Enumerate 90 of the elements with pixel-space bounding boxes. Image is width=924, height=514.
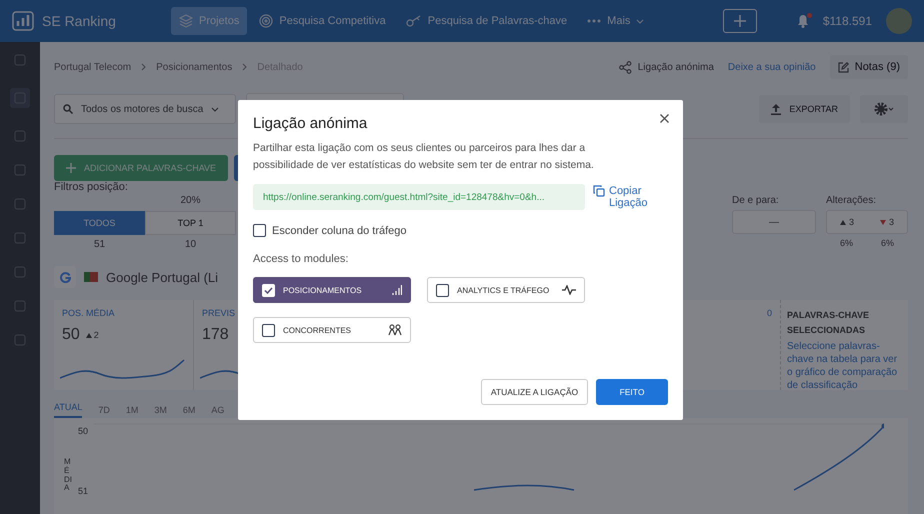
- search-engine-title: Google Portugal (Li: [106, 270, 218, 284]
- modules-label: Access to modules:: [253, 253, 350, 265]
- up-triangle-icon: [86, 332, 92, 338]
- brand-name: SE Ranking: [42, 13, 116, 29]
- notes-button[interactable]: Notas (9): [830, 55, 908, 79]
- range-field[interactable]: —: [732, 210, 816, 234]
- caret-icon: [636, 18, 644, 24]
- dialog-title: Ligação anónima: [253, 115, 368, 132]
- nav-item[interactable]: Pesquisa Competitiva: [251, 7, 394, 35]
- add-button[interactable]: [722, 9, 757, 33]
- changes-label: Alterações:: [826, 195, 878, 206]
- checkbox[interactable]: [253, 224, 266, 237]
- metric-value: 50: [62, 326, 80, 344]
- period-tab[interactable]: 3M: [154, 405, 167, 415]
- search-icon: [63, 104, 73, 114]
- add-keywords-button[interactable]: ADICIONAR PALAVRAS-CHAVE: [54, 155, 228, 181]
- nav-item[interactable]: Mais: [579, 8, 652, 34]
- avatar[interactable]: [886, 8, 912, 34]
- keyword-count: 51: [94, 239, 106, 250]
- key-icon: [406, 15, 422, 27]
- check-icon: [264, 286, 273, 294]
- dropdown-value: Todos os motores de busca: [81, 104, 204, 114]
- copy-icon: [593, 185, 605, 197]
- pulse-icon: [562, 285, 576, 295]
- close-button[interactable]: [658, 112, 671, 125]
- period-tab[interactable]: AG: [211, 405, 224, 415]
- target-icon: [259, 14, 274, 28]
- panel-hint: Seleccione palavras-chave na tabela para ver o gráfico de comparação de classificação: [787, 340, 898, 392]
- metric-label: POS. MÉDIA: [62, 308, 116, 318]
- period-tab[interactable]: 6M: [182, 405, 196, 415]
- period-tab[interactable]: 7D: [98, 405, 110, 415]
- module-toggle[interactable]: POSICIONAMENTOS: [253, 277, 411, 303]
- metric-value: 178: [202, 326, 229, 344]
- position-filter-tab[interactable]: TOP 1: [145, 211, 236, 235]
- account-balance: $118.591: [822, 14, 872, 28]
- bell-icon[interactable]: [796, 14, 809, 28]
- plus-icon: [66, 163, 76, 173]
- done-button[interactable]: FEITO: [596, 379, 668, 405]
- close-icon: [660, 114, 669, 123]
- export-button[interactable]: EXPORTAR: [759, 95, 850, 123]
- position-filter-tab[interactable]: TODOS: [54, 211, 145, 235]
- change-percent: 6%: [838, 238, 854, 248]
- breadcrumb-link[interactable]: Portugal Telecom: [54, 62, 132, 72]
- upload-icon: [771, 104, 782, 114]
- up-triangle-icon: [840, 220, 846, 224]
- panel-title: PALAVRAS-CHAVE SELECCIONADAS: [787, 309, 870, 337]
- change-count: 3: [888, 217, 894, 227]
- metric-change: 2: [94, 330, 99, 340]
- changes-filter[interactable]: 3 3: [826, 210, 908, 234]
- people-icon: [388, 324, 402, 336]
- nav-item[interactable]: Pesquisa de Palavras-chave: [398, 8, 576, 34]
- feedback-link[interactable]: Deixe a sua opinião: [728, 62, 816, 72]
- period-tab[interactable]: 1M: [126, 405, 138, 415]
- layers-icon: [179, 14, 193, 28]
- module-toggle[interactable]: ANALYTICS E TRÁFEGO: [427, 277, 585, 303]
- logo-icon[interactable]: [12, 11, 34, 31]
- settings-button[interactable]: [860, 95, 908, 123]
- flag-icon: [84, 272, 98, 282]
- checkbox-label: Esconder coluna do tráfego: [272, 224, 407, 236]
- breadcrumb-link[interactable]: Posicionamentos: [156, 62, 232, 72]
- axis-label: MÉDIA: [64, 458, 72, 494]
- metric-label: PREVIS: [202, 308, 236, 318]
- edit-icon: [838, 62, 849, 72]
- chevron-icon: [242, 63, 248, 71]
- tick-label: 51: [78, 486, 88, 496]
- module-toggle[interactable]: CONCORRENTES: [253, 317, 411, 343]
- caret-icon: [211, 106, 220, 112]
- tick-label: 50: [78, 426, 88, 436]
- settings-icon: [874, 102, 894, 116]
- range-label: De e para:: [732, 195, 780, 206]
- bar-chart-icon: [392, 285, 402, 295]
- filter-label: Filtros posição:: [54, 181, 128, 193]
- share-link[interactable]: Ligação anónima: [638, 62, 714, 72]
- search-engine-dropdown[interactable]: Todos os motores de busca: [54, 94, 236, 124]
- change-percent: 6%: [880, 238, 895, 248]
- change-count: 3: [848, 217, 854, 227]
- keyword-count: 10: [184, 239, 196, 250]
- chevron-icon: [141, 63, 146, 71]
- share-url-field[interactable]: https://online.seranking.com/guest.html?site_id=128478&hv=0&h...: [253, 184, 585, 210]
- dialog-description: Partilhar esta ligação com os seus clientes ou parceiros para lhes dar a possibilidade de ver estatísticas do website sem ter de entrar no sistema.: [253, 141, 595, 173]
- share-percent: 20%: [180, 195, 200, 207]
- nav-item[interactable]: Projetos: [171, 7, 248, 35]
- google-icon: [60, 272, 70, 282]
- more-icon: [587, 19, 602, 23]
- down-triangle-icon: [880, 220, 886, 224]
- copy-link[interactable]: Copiar Ligação: [593, 185, 657, 209]
- update-link-button[interactable]: ATUALIZE A LIGAÇÃO: [481, 379, 588, 405]
- metric-label: 0: [766, 308, 772, 318]
- share-icon: [618, 60, 632, 74]
- plus-icon: [734, 15, 746, 27]
